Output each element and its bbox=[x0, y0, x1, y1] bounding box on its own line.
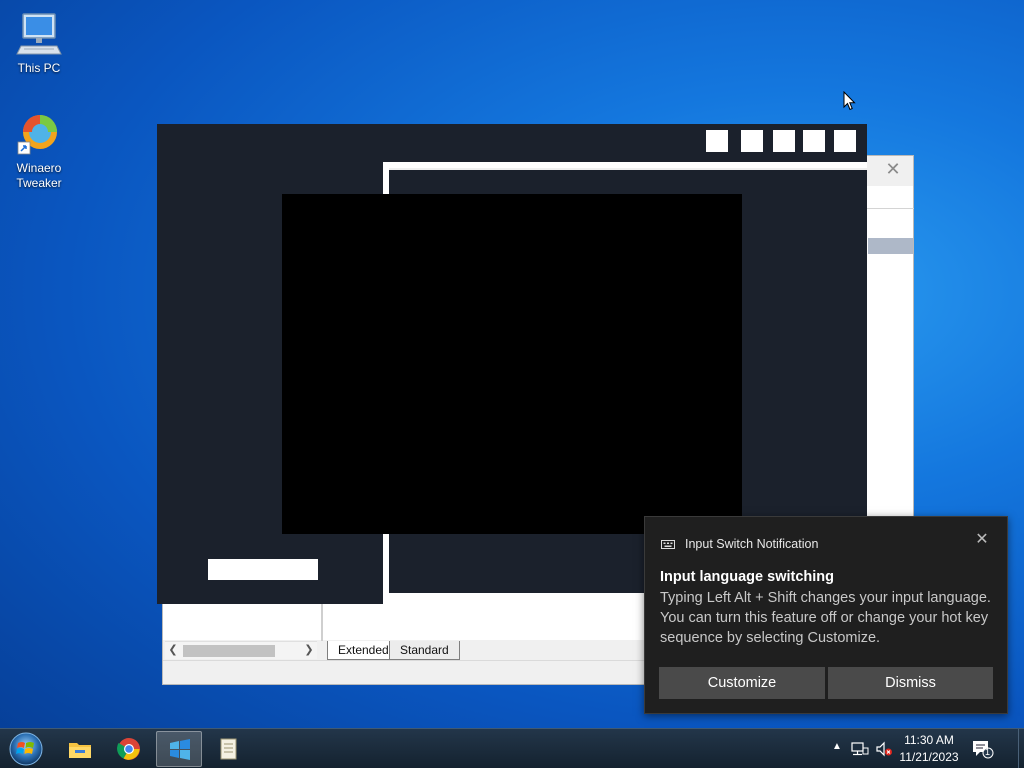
winaero-tweaker-icon bbox=[15, 112, 63, 158]
scroll-left-icon[interactable]: ❮ bbox=[165, 642, 181, 659]
title-bar-button-5[interactable] bbox=[834, 130, 856, 152]
taskbar: ▲ 11:30 AM 11/21/2023 1 bbox=[0, 728, 1024, 768]
white-bar[interactable] bbox=[208, 559, 318, 580]
desktop-icon-label: This PC bbox=[17, 61, 61, 75]
scroll-right-icon[interactable]: ❯ bbox=[301, 642, 317, 659]
selected-row[interactable] bbox=[868, 238, 913, 254]
horizontal-scrollbar[interactable]: ❮ ❯ bbox=[165, 641, 317, 659]
notification-count-badge: 1 bbox=[985, 747, 991, 757]
title-bar-button-2[interactable] bbox=[741, 130, 763, 152]
action-center-icon[interactable]: 1 bbox=[972, 739, 994, 759]
scrollbar-thumb[interactable] bbox=[183, 645, 275, 657]
pane-divider[interactable] bbox=[321, 601, 323, 641]
system-tray: ▲ bbox=[0, 729, 1024, 768]
network-icon[interactable] bbox=[851, 741, 869, 757]
tab-extended[interactable]: Extended bbox=[327, 641, 399, 660]
title-bar-button-1[interactable] bbox=[706, 130, 728, 152]
white-border-top bbox=[383, 162, 867, 168]
notification-body: Typing Left Alt + Shift changes your inp… bbox=[660, 590, 991, 646]
notification-title: Input language switching bbox=[660, 569, 834, 585]
chevron-up-icon[interactable]: ▲ bbox=[832, 741, 842, 755]
desktop-icon-label: Winaero Tweaker bbox=[16, 161, 62, 190]
black-content-area bbox=[282, 194, 742, 534]
customize-button[interactable]: Customize bbox=[659, 667, 825, 699]
title-bar-button-3[interactable] bbox=[773, 130, 795, 152]
close-icon[interactable]: ✕ bbox=[885, 160, 901, 178]
show-desktop-button[interactable] bbox=[1018, 729, 1024, 768]
system-clock[interactable]: 11:30 AM 11/21/2023 bbox=[894, 732, 964, 766]
clock-time: 11:30 AM bbox=[904, 733, 954, 747]
notification-header: Input Switch Notification bbox=[661, 535, 818, 553]
volume-muted-icon[interactable] bbox=[875, 741, 893, 757]
notification-app-name: Input Switch Notification bbox=[685, 537, 819, 551]
close-icon[interactable]: ✕ bbox=[975, 532, 989, 548]
keyboard-icon bbox=[661, 538, 675, 550]
tab-standard[interactable]: Standard bbox=[389, 641, 460, 660]
dismiss-button[interactable]: Dismiss bbox=[828, 667, 993, 699]
desktop-icon-winaero-tweaker[interactable]: Winaero Tweaker bbox=[4, 112, 74, 191]
computer-icon bbox=[15, 12, 63, 58]
notification-toast[interactable]: Input Switch Notification ✕ Input langua… bbox=[644, 516, 1008, 714]
mouse-cursor-icon bbox=[843, 90, 857, 111]
title-bar-button-4[interactable] bbox=[803, 130, 825, 152]
clock-date: 11/21/2023 bbox=[899, 750, 959, 764]
divider bbox=[866, 208, 914, 209]
desktop-icon-this-pc[interactable]: This PC bbox=[4, 12, 74, 76]
